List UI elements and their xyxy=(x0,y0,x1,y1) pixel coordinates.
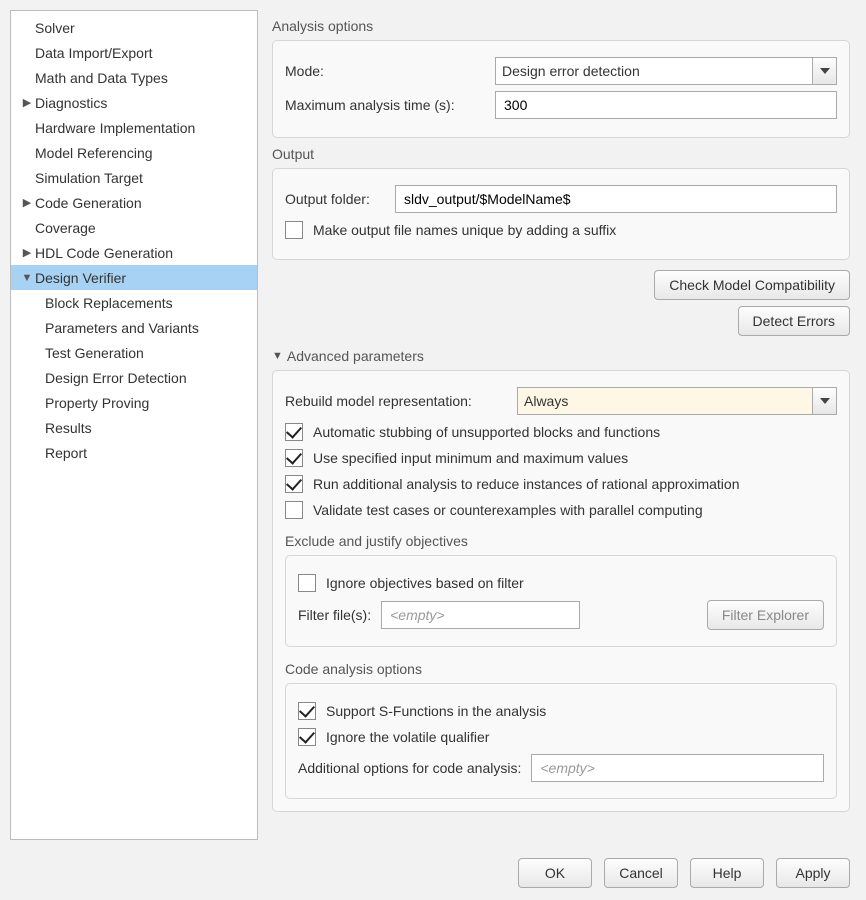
validate-parallel-label: Validate test cases or counterexamples w… xyxy=(313,502,703,518)
max-time-input[interactable] xyxy=(495,91,837,119)
tree-item[interactable]: Simulation Target xyxy=(11,165,257,190)
analysis-options-title: Analysis options xyxy=(272,18,850,34)
chevron-right-icon: ▶ xyxy=(21,196,33,209)
mode-value: Design error detection xyxy=(502,63,640,79)
rebuild-label: Rebuild model representation: xyxy=(285,393,507,409)
tree-item[interactable]: ▶Diagnostics xyxy=(11,90,257,115)
tree-item-label: Results xyxy=(43,420,92,436)
advanced-title: Advanced parameters xyxy=(287,348,424,364)
code-analysis-panel: Support S-Functions in the analysis Igno… xyxy=(285,683,837,799)
tree-item-label: Hardware Implementation xyxy=(33,120,195,136)
exclude-title: Exclude and justify objectives xyxy=(285,533,837,549)
tree-item[interactable]: Math and Data Types xyxy=(11,65,257,90)
ignore-filter-checkbox[interactable] xyxy=(298,574,316,592)
unique-names-label: Make output file names unique by adding … xyxy=(313,222,616,238)
rational-approx-checkbox[interactable] xyxy=(285,475,303,493)
advanced-disclosure[interactable]: ▼ Advanced parameters xyxy=(272,348,850,364)
support-sfunctions-label: Support S-Functions in the analysis xyxy=(326,703,546,719)
tree-item[interactable]: Data Import/Export xyxy=(11,40,257,65)
tree-item[interactable]: ▼Design Verifier xyxy=(11,265,257,290)
exclude-panel: Ignore objectives based on filter Filter… xyxy=(285,555,837,647)
detect-errors-button[interactable]: Detect Errors xyxy=(738,306,850,336)
ok-button[interactable]: OK xyxy=(518,858,592,888)
validate-parallel-checkbox[interactable] xyxy=(285,501,303,519)
tree-item[interactable]: Block Replacements xyxy=(11,290,257,315)
tree-item[interactable]: ▶Code Generation xyxy=(11,190,257,215)
unique-names-checkbox[interactable] xyxy=(285,221,303,239)
ignore-filter-label: Ignore objectives based on filter xyxy=(326,575,524,591)
content-pane: Analysis options Mode: Design error dete… xyxy=(272,10,856,840)
additional-options-label: Additional options for code analysis: xyxy=(298,760,521,776)
tree-item[interactable]: Coverage xyxy=(11,215,257,240)
tree-item[interactable]: Model Referencing xyxy=(11,140,257,165)
tree-item[interactable]: Hardware Implementation xyxy=(11,115,257,140)
use-minmax-label: Use specified input minimum and maximum … xyxy=(313,450,628,466)
tree-item[interactable]: Design Error Detection xyxy=(11,365,257,390)
mode-label: Mode: xyxy=(285,63,485,79)
tree-item[interactable]: Property Proving xyxy=(11,390,257,415)
filter-files-input[interactable] xyxy=(381,601,580,629)
chevron-down-icon[interactable] xyxy=(812,388,836,414)
code-analysis-title: Code analysis options xyxy=(285,661,837,677)
chevron-down-icon: ▼ xyxy=(21,272,33,284)
analysis-options-panel: Mode: Design error detection Maximum ana… xyxy=(272,40,850,138)
rational-approx-label: Run additional analysis to reduce instan… xyxy=(313,476,739,492)
tree-item-label: Simulation Target xyxy=(33,170,143,186)
support-sfunctions-checkbox[interactable] xyxy=(298,702,316,720)
tree-item-label: Coverage xyxy=(33,220,96,236)
tree-item-label: Diagnostics xyxy=(33,95,107,111)
chevron-right-icon: ▶ xyxy=(21,246,33,259)
tree-item-label: Property Proving xyxy=(43,395,149,411)
output-title: Output xyxy=(272,146,850,162)
tree-item[interactable]: Report xyxy=(11,440,257,465)
tree-item-label: Report xyxy=(43,445,87,461)
rebuild-value: Always xyxy=(524,393,568,409)
chevron-down-icon[interactable] xyxy=(812,58,836,84)
tree-item-label: Math and Data Types xyxy=(33,70,168,86)
tree-item[interactable]: ▶HDL Code Generation xyxy=(11,240,257,265)
tree-item[interactable]: Test Generation xyxy=(11,340,257,365)
tree-item-label: Model Referencing xyxy=(33,145,153,161)
output-folder-input[interactable] xyxy=(395,185,837,213)
rebuild-combo[interactable]: Always xyxy=(517,387,837,415)
action-buttons: Check Model Compatibility Detect Errors xyxy=(272,270,850,336)
tree-item-label: Data Import/Export xyxy=(33,45,153,61)
tree-item-label: Code Generation xyxy=(33,195,142,211)
tree-item[interactable]: Parameters and Variants xyxy=(11,315,257,340)
tree-item-label: Design Verifier xyxy=(33,270,126,286)
cancel-button[interactable]: Cancel xyxy=(604,858,678,888)
filter-files-label: Filter file(s): xyxy=(298,607,371,623)
ignore-volatile-checkbox[interactable] xyxy=(298,728,316,746)
tree-item-label: Design Error Detection xyxy=(43,370,187,386)
dialog-buttons: OK Cancel Help Apply xyxy=(518,858,850,888)
tree-item-label: HDL Code Generation xyxy=(33,245,173,261)
check-compat-button[interactable]: Check Model Compatibility xyxy=(654,270,850,300)
output-folder-label: Output folder: xyxy=(285,191,385,207)
chevron-down-icon: ▼ xyxy=(272,350,283,362)
config-dialog: Solver Data Import/Export Math and Data Ty… xyxy=(0,0,866,900)
tree-item-label: Parameters and Variants xyxy=(43,320,199,336)
chevron-right-icon: ▶ xyxy=(21,96,33,109)
tree-item-label: Test Generation xyxy=(43,345,144,361)
tree-item-label: Block Replacements xyxy=(43,295,173,311)
use-minmax-checkbox[interactable] xyxy=(285,449,303,467)
tree-item-label: Solver xyxy=(33,20,75,36)
main-area: Solver Data Import/Export Math and Data Ty… xyxy=(10,10,856,840)
auto-stubbing-label: Automatic stubbing of unsupported blocks… xyxy=(313,424,660,440)
additional-options-input[interactable] xyxy=(531,754,824,782)
help-button[interactable]: Help xyxy=(690,858,764,888)
apply-button[interactable]: Apply xyxy=(776,858,850,888)
output-panel: Output folder: Make output file names un… xyxy=(272,168,850,260)
tree-item[interactable]: Results xyxy=(11,415,257,440)
ignore-volatile-label: Ignore the volatile qualifier xyxy=(326,729,489,745)
mode-combo[interactable]: Design error detection xyxy=(495,57,837,85)
advanced-panel: Rebuild model representation: Always Aut… xyxy=(272,370,850,812)
tree-item[interactable]: Solver xyxy=(11,15,257,40)
filter-explorer-button[interactable]: Filter Explorer xyxy=(707,600,824,630)
category-tree: Solver Data Import/Export Math and Data Ty… xyxy=(10,10,258,840)
max-time-label: Maximum analysis time (s): xyxy=(285,97,485,113)
auto-stubbing-checkbox[interactable] xyxy=(285,423,303,441)
